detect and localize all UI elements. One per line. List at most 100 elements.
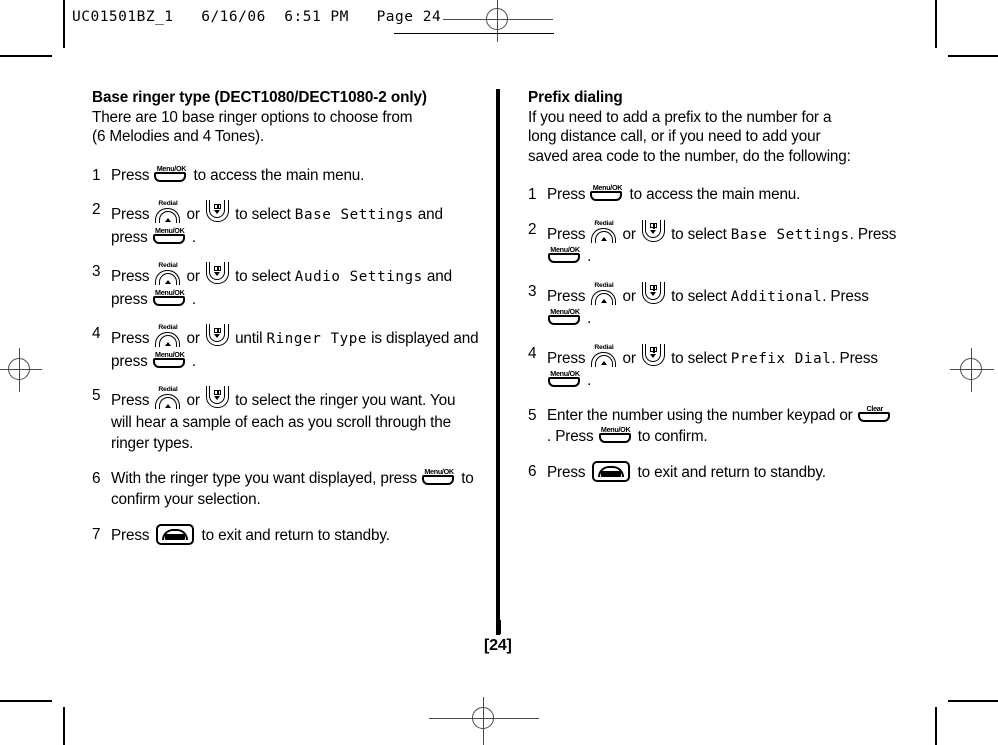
step-text: Press — [111, 268, 154, 286]
right-section-intro: If you need to add a prefix to the numbe… — [528, 108, 900, 166]
step-text: Press — [111, 330, 154, 348]
menu-ok-key-icon[interactable]: Menu/OK — [152, 226, 187, 244]
key-label: Redial — [158, 324, 178, 332]
step-text: Press — [111, 206, 154, 224]
registration-vertical-line — [483, 697, 485, 745]
step-text: Press — [111, 392, 154, 410]
step-number: 1 — [528, 186, 537, 204]
phonebook-down-key-icon[interactable] — [641, 281, 665, 306]
step-text: Enter the number using the number keypad… — [547, 406, 857, 424]
step-text: to access the main menu. — [625, 186, 801, 204]
step-item: 2 Press Redial or to select Base Settings… — [92, 199, 480, 248]
step-text: to select — [666, 225, 731, 243]
key-cap — [152, 233, 185, 244]
phonebook-down-key-icon[interactable] — [205, 386, 229, 410]
step-text: or — [182, 330, 204, 348]
menu-ok-key-icon[interactable]: Menu/OK — [548, 308, 582, 326]
phonebook-icon — [650, 222, 657, 229]
menu-ok-key-icon[interactable]: Menu/OK — [590, 184, 624, 202]
left-steps-list: 1 Press Menu/OK to access the main menu. 2… — [92, 164, 480, 547]
step-text: . — [583, 248, 592, 266]
step-number: 4 — [92, 325, 101, 343]
right-intro-line-3: saved area code to the number, do the fo… — [528, 147, 851, 165]
step-text: . Press — [547, 428, 598, 446]
step-item: 5 Press Redial or to select the ringer yo… — [92, 385, 480, 455]
key-cap — [598, 433, 631, 444]
key-label: Redial — [594, 343, 614, 351]
up-arrow-icon — [164, 279, 171, 284]
step-number: 6 — [92, 469, 101, 487]
up-arrow-icon — [164, 341, 171, 346]
step-item: 3 Press Redial or to select Additional. P… — [528, 281, 900, 330]
redial-up-key-icon[interactable]: Redial — [155, 385, 181, 410]
step-text: to confirm. — [633, 428, 708, 446]
step-text: to exit and return to standby. — [197, 526, 390, 544]
up-arrow-icon — [600, 299, 607, 304]
right-intro-line-2: long distance call, or if you need to ad… — [528, 128, 821, 146]
redial-up-key-icon[interactable]: Redial — [591, 219, 617, 243]
step-text: to exit and return to standby. — [633, 463, 826, 481]
redial-up-key-icon[interactable]: Redial — [155, 261, 181, 286]
step-text: Press — [547, 287, 590, 305]
step-item: 5 Enter the number using the number keypa… — [528, 404, 900, 448]
phonebook-icon — [650, 346, 657, 353]
step-text: Press — [547, 225, 590, 243]
step-text: or — [618, 349, 640, 367]
menu-ok-key-icon[interactable]: Menu/OK — [422, 467, 456, 485]
step-text: or — [182, 268, 204, 286]
down-arrow-icon — [650, 291, 657, 296]
crop-mark-bottom-left-horizontal — [0, 700, 52, 702]
phonebook-down-key-icon[interactable] — [205, 262, 229, 286]
step-item: 2 Press Redial or to select Base Settings… — [528, 219, 900, 268]
step-number: 5 — [528, 406, 537, 424]
print-header-underline — [394, 33, 554, 35]
lcd-menu-label: Base Settings — [294, 207, 414, 224]
key-cap — [422, 474, 455, 485]
step-text: Press — [547, 186, 590, 204]
crop-mark-top-left-horizontal — [0, 55, 52, 57]
step-item: 1 Press Menu/OK to access the main menu. — [528, 184, 900, 206]
print-header-text: UC01501BZ_1 6/16/06 6:51 PM Page 24 — [72, 9, 442, 25]
left-section-title: Base ringer type (DECT1080/DECT1080-2 on… — [92, 89, 427, 106]
step-text: . — [583, 310, 592, 328]
page-number: [24] — [484, 637, 512, 654]
menu-ok-key-icon[interactable]: Menu/OK — [154, 164, 188, 182]
crop-mark-bottom-right-horizontal — [948, 700, 998, 702]
menu-ok-key-icon[interactable]: Menu/OK — [548, 246, 582, 264]
menu-ok-key-icon[interactable]: Menu/OK — [152, 350, 187, 368]
left-intro-line-2: (6 Melodies and 4 Tones). — [92, 128, 264, 146]
end-call-key-icon[interactable] — [592, 460, 631, 482]
down-arrow-icon — [650, 229, 657, 234]
step-number: 7 — [92, 525, 101, 543]
step-text: . — [187, 352, 196, 370]
crop-mark-top-right-horizontal — [948, 55, 998, 57]
phonebook-down-key-icon[interactable] — [205, 200, 229, 224]
clear-key-icon[interactable]: Clear — [857, 404, 892, 422]
step-item: 7 Press to exit and return to standby. — [92, 523, 480, 547]
registration-horizontal-line — [0, 369, 42, 371]
menu-ok-key-icon[interactable]: Menu/OK — [548, 370, 582, 388]
step-item: 1 Press Menu/OK to access the main menu. — [92, 164, 480, 187]
menu-ok-key-icon[interactable]: Menu/OK — [152, 288, 187, 306]
key-cap — [548, 315, 580, 326]
step-text: or — [618, 287, 640, 305]
phonebook-down-key-icon[interactable] — [205, 324, 229, 348]
end-call-key-icon[interactable] — [156, 523, 195, 545]
handset-body — [165, 534, 186, 540]
lcd-menu-label: Base Settings — [730, 226, 850, 243]
redial-up-key-icon[interactable]: Redial — [155, 323, 181, 348]
key-cap — [590, 191, 623, 202]
key-label: Redial — [158, 200, 178, 208]
lcd-menu-label: Audio Settings — [294, 269, 423, 286]
handset-body — [601, 471, 622, 477]
phonebook-down-key-icon[interactable] — [641, 219, 665, 244]
redial-up-key-icon[interactable]: Redial — [591, 343, 617, 367]
redial-up-key-icon[interactable]: Redial — [591, 281, 617, 305]
redial-up-key-icon[interactable]: Redial — [155, 199, 181, 224]
column-divider — [496, 89, 500, 635]
print-header-rule — [63, 0, 65, 48]
left-column: Base ringer type (DECT1080/DECT1080-2 on… — [92, 88, 480, 546]
phonebook-down-key-icon[interactable] — [641, 343, 665, 368]
menu-ok-key-icon[interactable]: Menu/OK — [598, 426, 633, 444]
down-arrow-icon — [214, 396, 221, 401]
